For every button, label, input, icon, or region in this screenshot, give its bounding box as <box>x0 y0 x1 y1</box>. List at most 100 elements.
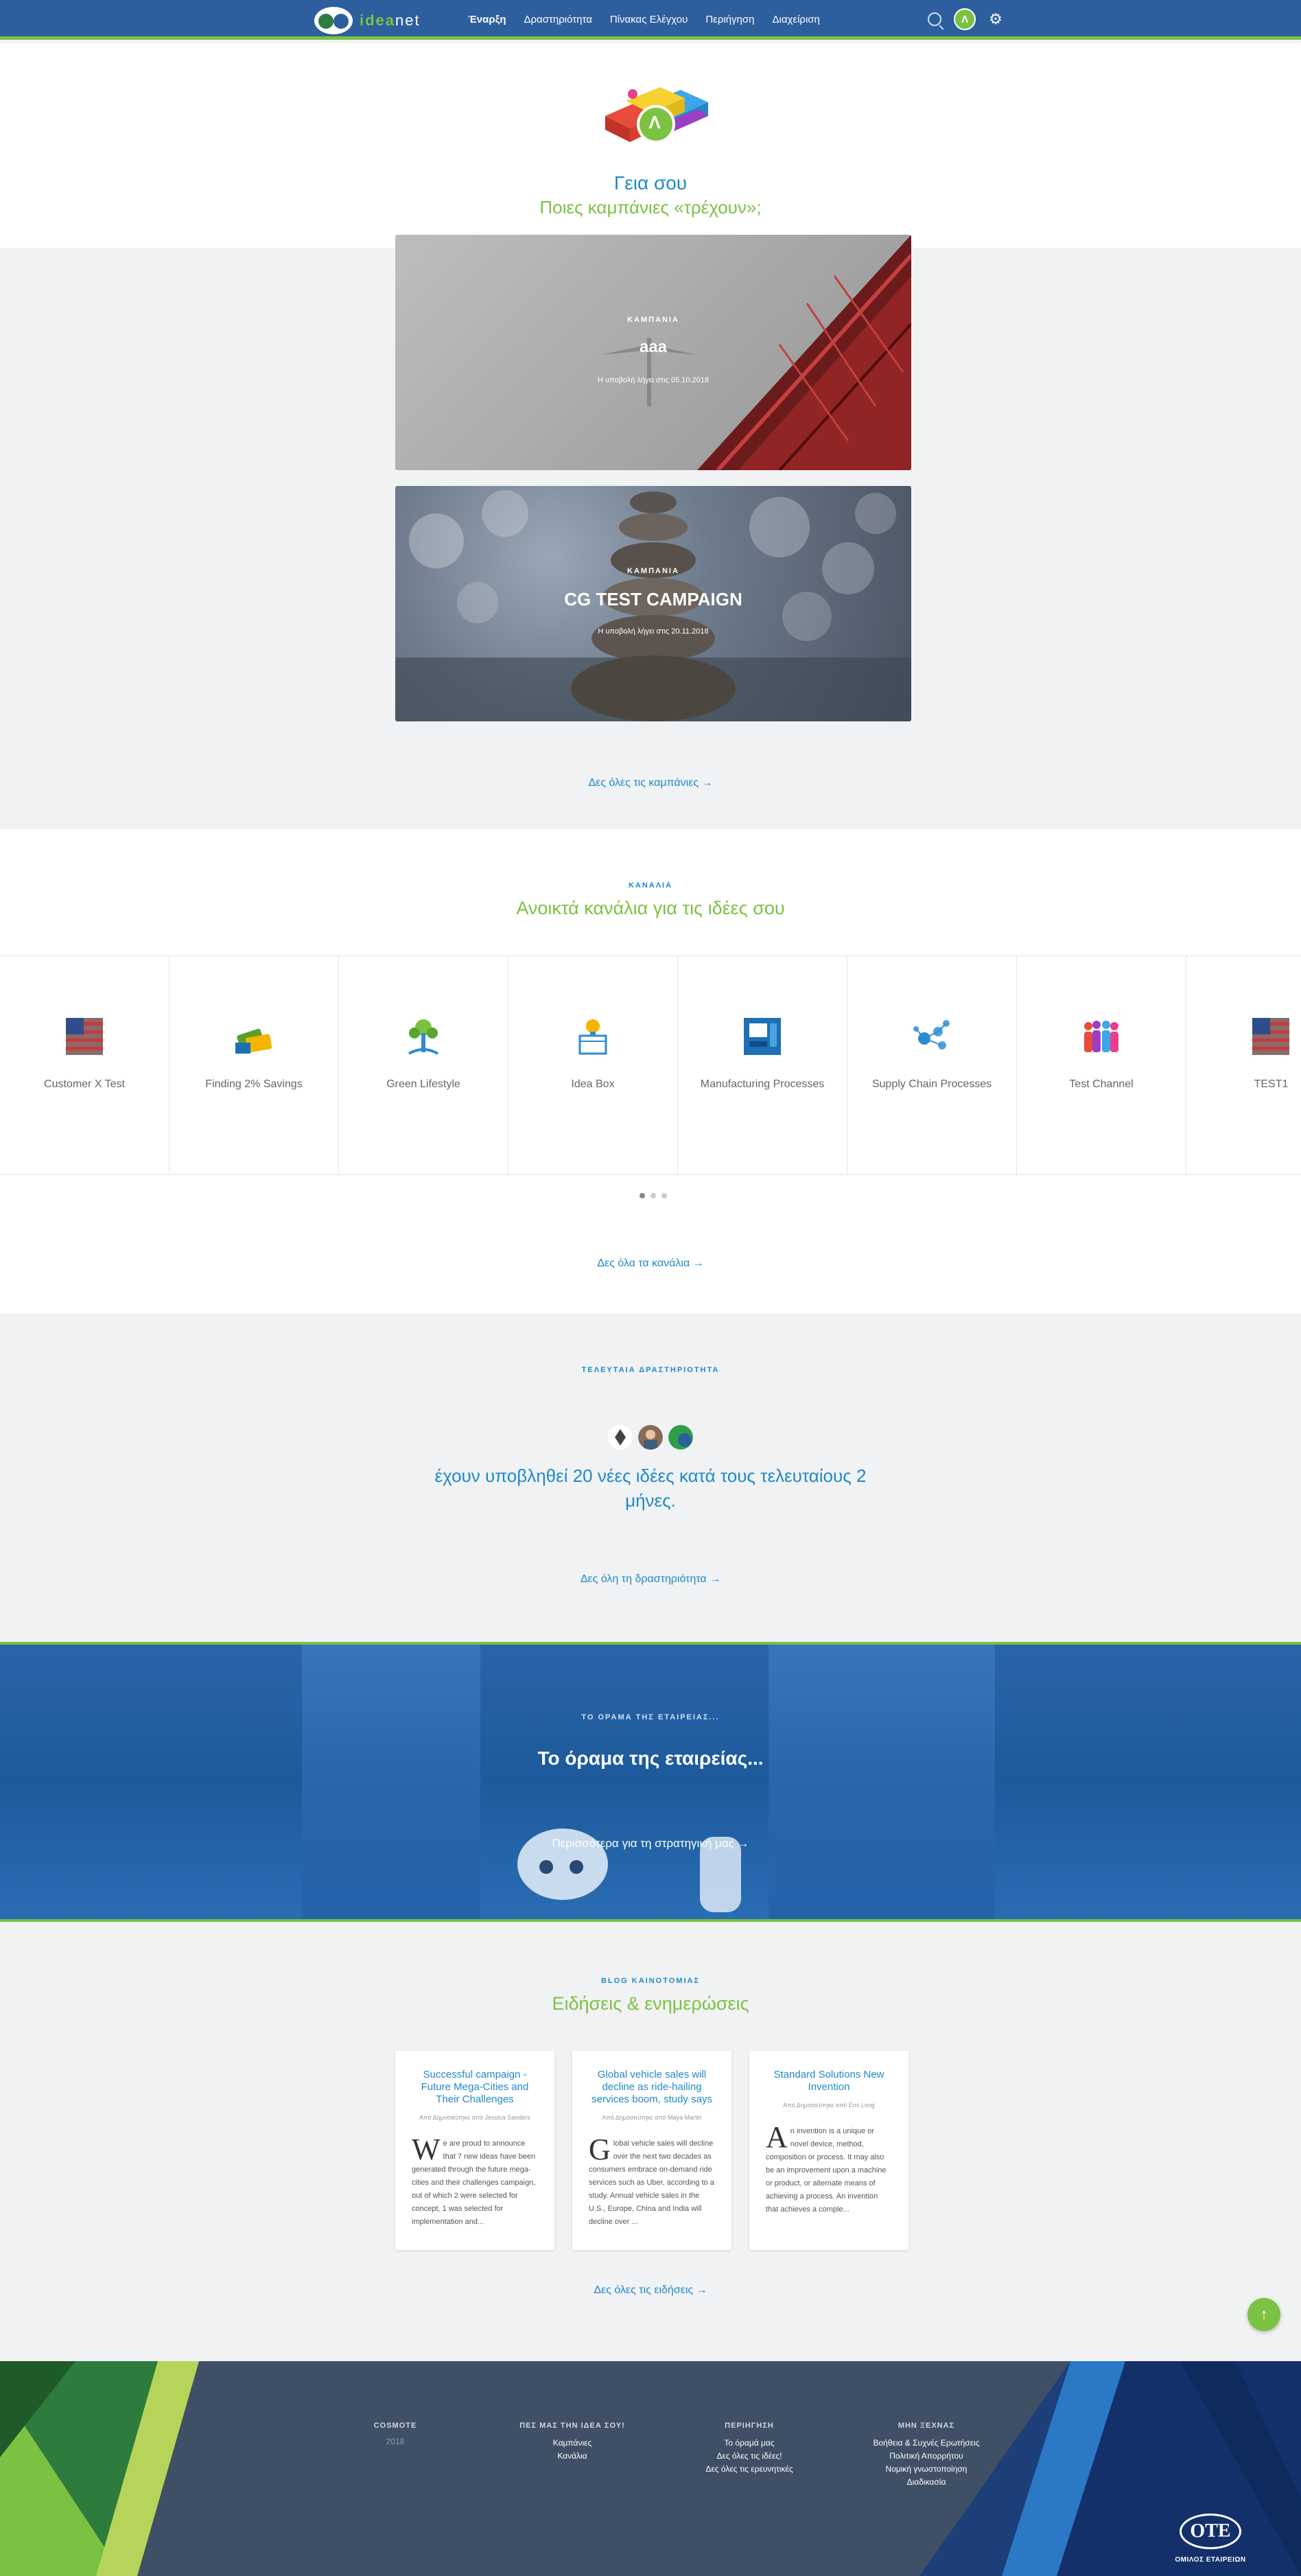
campaign-card[interactable]: ΚΑΜΠΑΝΙΑ CG TEST CAMPAIGN Η υποβολή λήγε… <box>395 486 911 721</box>
channel-name: Idea Box <box>571 1078 615 1090</box>
footer-link-campaigns[interactable]: Καμπάνιες <box>490 2437 655 2450</box>
footer-link-privacy[interactable]: Πολιτική Απορρήτου <box>844 2450 1009 2463</box>
footer-heading: ΠΕΡΙΗΓΗΣΗ <box>725 2422 774 2430</box>
scroll-to-top-button[interactable]: ↑ <box>1247 2298 1280 2331</box>
footer: COSMOTE 2018 ΠΕΣ ΜΑΣ ΤΗΝ ΙΔΕΑ ΣΟΥ! Καμπά… <box>0 2361 1301 2576</box>
channel-card[interactable]: Finding 2% Savings <box>169 956 339 1174</box>
carousel-dot[interactable] <box>661 1193 667 1198</box>
post-excerpt: An invention is a unique or novel device… <box>766 2120 887 2214</box>
drop-cap: G <box>589 2133 611 2166</box>
channel-name: Green Lifestyle <box>386 1078 460 1090</box>
people-icon <box>1084 1021 1118 1052</box>
menu-item-browse[interactable]: Περιήγηση <box>705 14 754 25</box>
channel-card[interactable]: Test Channel <box>1017 956 1186 1174</box>
activity-avatars <box>608 1425 693 1450</box>
blog-label: BLOG ΚΑΙΝΟΤΟΜΙΑΣ <box>600 1977 701 1985</box>
channel-card[interactable]: Idea Box <box>508 956 678 1174</box>
gear-icon[interactable]: ⚙ <box>988 12 1003 27</box>
robot-illustration <box>517 1829 741 1912</box>
hero-avatar-initial: Λ <box>648 112 661 132</box>
user-avatar[interactable]: Λ <box>954 8 976 30</box>
blog-post-card[interactable]: Standard Solutions New Invention Από Δημ… <box>749 2051 909 2250</box>
network-icon <box>913 1020 950 1049</box>
menu-item-admin[interactable]: Διαχείριση <box>773 14 820 25</box>
user-avatar-icon[interactable] <box>668 1425 693 1450</box>
vision-banner: ΤΟ ΟΡΑΜΑ ΤΗΣ ΕΤΑΙΡΕΙΑΣ... Το όραμα της ε… <box>0 1642 1301 1922</box>
channel-name: Supply Chain Processes <box>871 1078 992 1090</box>
channel-card[interactable]: Manufacturing Processes <box>678 956 847 1174</box>
strategy-link[interactable]: Περισσότερα για τη στρατηγική μας → <box>0 1837 1301 1850</box>
channel-card[interactable]: Supply Chain Processes <box>847 956 1017 1174</box>
blog-section: BLOG ΚΑΙΝΟΤΟΜΙΑΣ Ειδήσεις & ενημερώσεις … <box>0 1922 1301 2361</box>
flag-icon <box>1252 1018 1289 1055</box>
post-title[interactable]: Standard Solutions New Invention <box>766 2069 892 2093</box>
activity-label: ΤΕΛΕΥΤΑΙΑ ΔΡΑΣΤΗΡΙΟΤΗΤΑ <box>581 1366 720 1374</box>
footer-link-channels[interactable]: Κανάλια <box>490 2450 655 2463</box>
campaign-title: CG TEST CAMPAIGN <box>564 589 742 610</box>
footer-link-ideas[interactable]: Δες όλες τις ιδέες! <box>667 2450 832 2463</box>
footer-link-legal[interactable]: Νομική γνωστοποίηση <box>844 2463 1009 2476</box>
machine-icon <box>744 1018 781 1055</box>
ote-logo-mark: ΟΤΕ <box>1180 2514 1241 2549</box>
footer-heading: COSMOTE <box>373 2422 417 2430</box>
channel-name: Finding 2% Savings <box>205 1078 303 1090</box>
building-graphic <box>769 1645 995 1919</box>
channels-label: ΚΑΝΑΛΙΑ <box>628 881 673 890</box>
ote-logo[interactable]: ΟΤΕ ΟΜΙΛΟΣ ΕΤΑΙΡΕΙΩΝ <box>1169 2514 1252 2564</box>
campaign-card[interactable]: ΚΑΜΠΑΝΙΑ aaa Η υποβολή λήγει στις 05.10.… <box>395 235 911 470</box>
footer-link-vision[interactable]: Το όραμά μας <box>667 2437 832 2450</box>
campaign-label: ΚΑΜΠΑΝΙΑ <box>627 567 679 575</box>
post-title[interactable]: Successful campaign - Future Mega-Cities… <box>412 2069 538 2106</box>
footer-col-browse: ΠΕΡΙΗΓΗΣΗ Το όραμά μας Δες όλες τις ιδέε… <box>667 2422 832 2476</box>
nav-actions: Λ ⚙ <box>928 8 1003 30</box>
channels-carousel[interactable]: Customer X Test Finding 2% Savings Green… <box>0 955 1301 1175</box>
channel-name: TEST1 <box>1254 1078 1289 1090</box>
footer-heading: ΜΗΝ ΞΕΧΝΑΣ <box>898 2422 955 2430</box>
money-icon <box>235 1028 272 1054</box>
channel-card[interactable]: Customer X Test <box>0 956 169 1174</box>
footer-col-brand: COSMOTE 2018 <box>313 2422 478 2446</box>
hero-section: Λ Γεια σου Ποιες καμπάνιες «τρέχουν»; <box>0 43 1301 248</box>
user-avatar-icon[interactable] <box>608 1425 633 1450</box>
channel-name: Test Channel <box>1069 1078 1134 1090</box>
main-menu: Έναρξη Δραστηριότητα Πίνακας Ελέγχου Περ… <box>468 14 838 25</box>
campaign-title: aaa <box>639 338 668 356</box>
footer-col-remember: ΜΗΝ ΞΕΧΝΑΣ Βοήθεια & Συχνές Ερωτήσεις Πο… <box>844 2422 1009 2489</box>
search-icon[interactable] <box>928 12 941 26</box>
channels-section: ΚΑΝΑΛΙΑ Ανοικτά κανάλια για τις ιδέες σο… <box>0 829 1301 1314</box>
footer-link-process[interactable]: Διαδικασία <box>844 2476 1009 2489</box>
campaign-deadline: Η υποβολή λήγει στις 20.11.2018 <box>598 627 709 636</box>
post-excerpt: We are proud to announce that 7 new idea… <box>412 2133 536 2227</box>
bulb-box-icon <box>578 1019 607 1055</box>
post-title[interactable]: Global vehicle sales will decline as rid… <box>589 2069 715 2106</box>
footer-link-help[interactable]: Βοήθεια & Συχνές Ερωτήσεις <box>844 2437 1009 2450</box>
carousel-dots[interactable] <box>640 1193 667 1198</box>
post-author: Από Δημοσιεύτηκε από Maya Martin <box>602 2114 702 2121</box>
menu-item-dashboard[interactable]: Πίνακας Ελέγχου <box>610 14 688 25</box>
all-news-link[interactable]: Δες όλες τις ειδήσεις → <box>0 2284 1301 2297</box>
footer-year: 2018 <box>386 2437 405 2446</box>
blog-post-card[interactable]: Successful campaign - Future Mega-Cities… <box>395 2051 554 2250</box>
drop-cap: W <box>412 2133 441 2166</box>
hero-subtitle: Ποιες καμπάνιες «τρέχουν»; <box>539 197 762 218</box>
campaign-label: ΚΑΜΠΑΝΙΑ <box>627 316 679 324</box>
carousel-dot[interactable] <box>650 1193 656 1198</box>
activity-section: ΤΕΛΕΥΤΑΙΑ ΔΡΑΣΤΗΡΙΟΤΗΤΑ έχουν υποβληθεί … <box>0 1314 1301 1642</box>
carousel-dot[interactable] <box>640 1193 645 1198</box>
all-campaigns-link[interactable]: Δες όλες τις καμπάνιες → <box>0 777 1301 789</box>
all-activity-link[interactable]: Δες όλη τη δραστηριότητα → <box>0 1573 1301 1586</box>
channels-title: Ανοικτά κανάλια για τις ιδέες σου <box>516 898 785 918</box>
ideanet-logo[interactable]: ideanet <box>314 7 421 34</box>
channel-card[interactable]: Green Lifestyle <box>339 956 508 1174</box>
footer-col-submit: ΠΕΣ ΜΑΣ ΤΗΝ ΙΔΕΑ ΣΟΥ! Καμπάνιες Κανάλια <box>490 2422 655 2463</box>
all-channels-link[interactable]: Δες όλα τα κανάλια → <box>0 1257 1301 1270</box>
post-author: Από Δημοσιεύτηκε από Emi Long <box>783 2102 875 2109</box>
footer-link-research[interactable]: Δες όλες τις ερευνητικές <box>667 2463 832 2476</box>
user-avatar-icon[interactable] <box>638 1425 663 1450</box>
channel-card[interactable]: TEST1 <box>1186 956 1301 1174</box>
vision-label: ΤΟ ΟΡΑΜΑ ΤΗΣ ΕΤΑΙΡΕΙΑΣ... <box>581 1713 720 1721</box>
menu-item-start[interactable]: Έναρξη <box>468 14 506 25</box>
blog-title: Ειδήσεις & ενημερώσεις <box>552 1993 749 2014</box>
menu-item-activity[interactable]: Δραστηριότητα <box>524 14 591 25</box>
blog-post-card[interactable]: Global vehicle sales will decline as rid… <box>572 2051 731 2250</box>
